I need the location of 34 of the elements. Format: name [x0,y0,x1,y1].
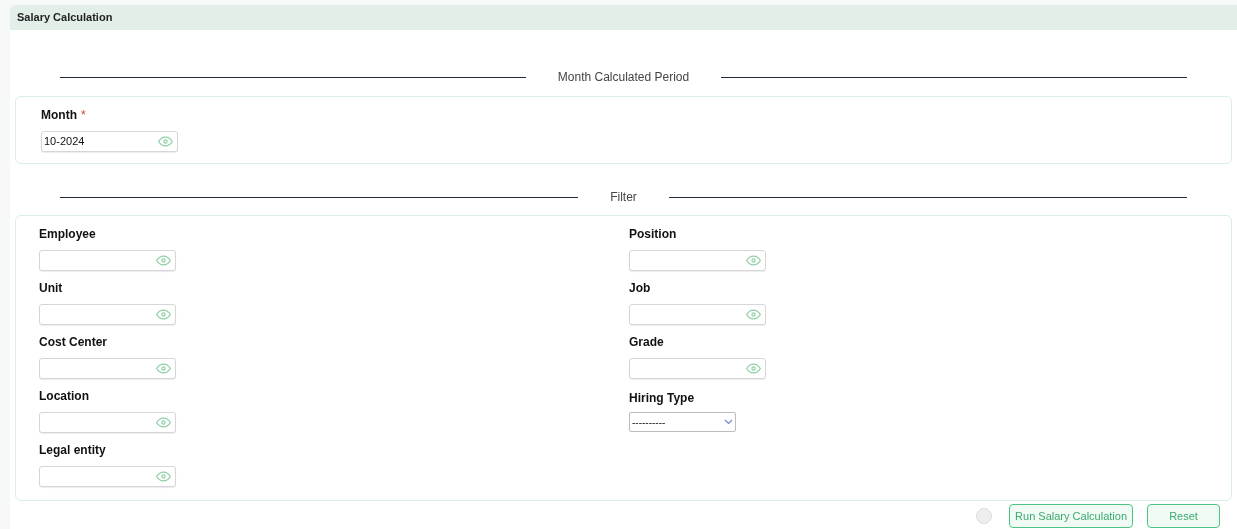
input-field[interactable]: 10-2024 [41,131,178,152]
input-field[interactable] [39,412,176,433]
field-label: Month [41,107,77,124]
input-field[interactable] [39,250,176,271]
eye-icon[interactable] [158,136,173,147]
section-title: Month Calculated Period [557,69,690,86]
field-label: Grade [629,334,664,351]
eye-icon[interactable] [156,417,171,428]
eye-icon[interactable] [746,255,761,266]
input-field[interactable] [39,358,176,379]
field-label: Cost Center [39,334,107,351]
input-field[interactable] [39,304,176,325]
required-marker: * [81,107,86,124]
field-label: Employee [39,226,96,243]
field-label: Job [629,280,651,297]
input-field[interactable] [629,358,766,379]
field-label: Unit [39,280,63,297]
field-label: Location [39,388,89,405]
page-title: Salary Calculation [17,10,113,26]
input-field[interactable] [629,304,766,325]
eye-icon[interactable] [746,363,761,374]
field-label: Hiring Type [629,390,695,407]
section-title: Filter [610,189,637,206]
chevron-down-icon [724,419,733,425]
eye-icon[interactable] [156,309,171,320]
eye-icon[interactable] [156,363,171,374]
select-field[interactable]: ---------- [629,412,736,432]
eye-icon[interactable] [156,255,171,266]
eye-icon[interactable] [156,471,171,482]
field-label: Legal entity [39,442,106,459]
input-field[interactable] [629,250,766,271]
input-field[interactable] [39,466,176,487]
field-label: Position [629,226,677,243]
eye-icon[interactable] [746,309,761,320]
